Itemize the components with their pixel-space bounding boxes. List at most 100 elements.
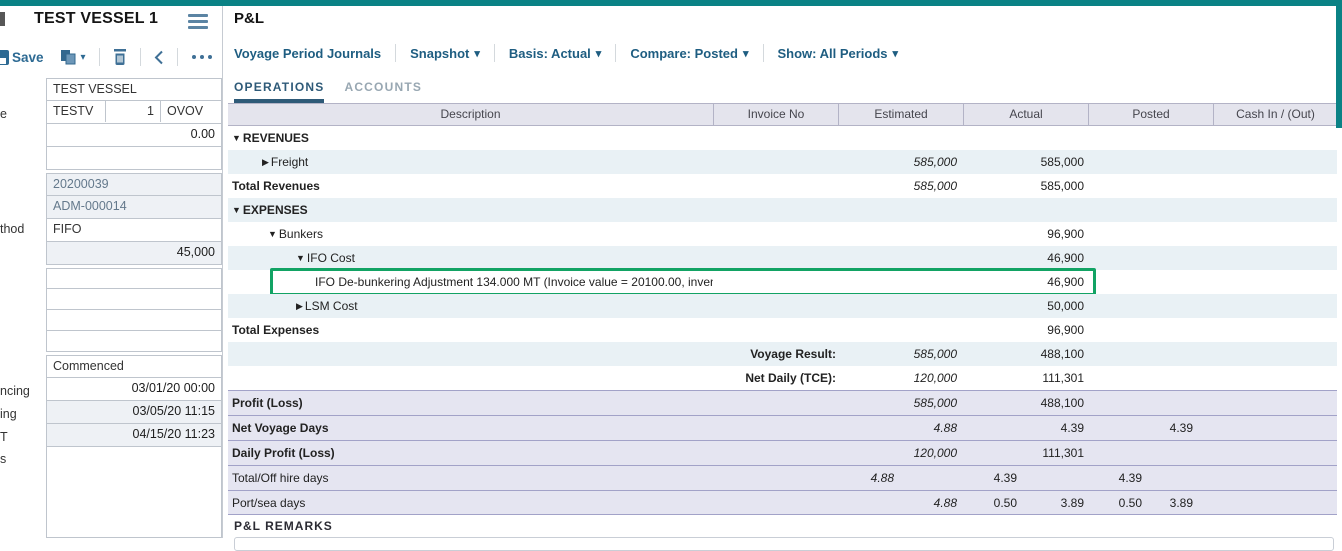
basis-dropdown[interactable]: Basis: Actual▾ [509, 46, 601, 61]
voyage-status-field[interactable]: Commenced [46, 355, 222, 378]
voyage-no-field[interactable]: 1 [106, 101, 161, 122]
empty-field[interactable] [46, 289, 222, 310]
compare-dropdown[interactable]: Compare: Posted▾ [630, 46, 748, 61]
commencing-field[interactable]: 03/01/20 00:00 [46, 378, 222, 401]
row-label: IFO Cost [307, 251, 355, 265]
tc-code-field[interactable]: ADM-000014 [46, 196, 222, 219]
table-row-daily-profit-loss[interactable]: Daily Profit (Loss) 120,000111,301 [228, 440, 1337, 465]
table-row-bunkers[interactable]: ▼Bunkers 96,900 [228, 222, 1337, 246]
table-row-revenues[interactable]: ▼REVENUES [228, 126, 1337, 150]
empty-field[interactable] [46, 310, 222, 331]
row-label: Net Voyage Days [232, 421, 329, 435]
delete-icon[interactable] [113, 49, 127, 65]
row-label: LSM Cost [305, 299, 358, 313]
row-label: Daily Profit (Loss) [232, 446, 335, 460]
pl-remarks-section: P&L REMARKS [234, 519, 1334, 551]
table-row-port-sea-days[interactable]: Port/sea days 4.88 0.503.89 0.503.89 [228, 490, 1337, 515]
col-estimated: Estimated [838, 104, 963, 125]
save-button[interactable]: Save [12, 50, 44, 65]
panel-title: P&L [234, 10, 264, 27]
voyage-sidebar: TEST VESSEL 1 Save ▾ e thod ncing ing T … [0, 6, 223, 538]
method-field[interactable]: FIFO [46, 219, 222, 242]
remarks-textarea[interactable] [234, 537, 1334, 551]
show-periods-dropdown[interactable]: Show: All Periods▾ [778, 46, 899, 61]
daily-rate-field[interactable]: 45,000 [46, 242, 222, 265]
cut-label: thod [0, 222, 24, 236]
table-row-voyage-result[interactable]: Voyage Result: 585,000488,100 [228, 342, 1337, 366]
collapse-icon[interactable]: ▼ [232, 133, 241, 143]
table-row-freight[interactable]: ▶Freight 585,000585,000 [228, 150, 1337, 174]
voyage-ref-field[interactable]: 20200039 [46, 173, 222, 196]
last-update-field[interactable]: 04/15/20 11:23 [46, 424, 222, 447]
copy-caret-icon[interactable]: ▾ [81, 52, 86, 63]
voyage-period-journals-link[interactable]: Voyage Period Journals [234, 46, 381, 61]
row-label: Voyage Result: [750, 347, 836, 361]
collapse-icon[interactable]: ▼ [232, 205, 241, 215]
row-label: Freight [271, 155, 308, 169]
vessel-code-field[interactable]: TESTV [47, 101, 106, 122]
col-cash-in-out: Cash In / (Out) [1213, 104, 1337, 125]
table-row-ifo-debunkering-adjustment[interactable]: IFO De-bunkering Adjustment 134.000 MT (… [228, 270, 1337, 294]
opr-type-field[interactable]: OVOV [161, 101, 221, 122]
voyage-fields: TEST VESSEL TESTV 1 OVOV 0.00 20200039 A… [46, 78, 222, 541]
tab-operations[interactable]: OPERATIONS [234, 80, 324, 103]
toolbar-divider [140, 48, 141, 66]
vessel-name-field[interactable]: TEST VESSEL [46, 78, 222, 101]
table-row-ifo-cost[interactable]: ▼IFO Cost 46,900 [228, 246, 1337, 270]
table-row-net-daily-tce[interactable]: Net Daily (TCE): 120,000111,301 [228, 366, 1337, 390]
collapse-icon[interactable]: ▼ [268, 229, 277, 239]
sidebar-toolbar: Save ▾ [0, 42, 222, 72]
row-label: Bunkers [279, 227, 323, 241]
row-label: IFO De-bunkering Adjustment 134.000 MT (… [315, 275, 713, 289]
cut-label: e [0, 107, 7, 121]
col-actual: Actual [963, 104, 1088, 125]
empty-field[interactable] [46, 268, 222, 289]
table-row-total-expenses[interactable]: Total Expenses 96,900 [228, 318, 1337, 342]
caret-down-icon: ▾ [474, 47, 480, 60]
amount-field[interactable]: 0.00 [46, 124, 222, 147]
toolbar-divider [615, 44, 616, 62]
toolbar-divider [494, 44, 495, 62]
toolbar-divider [99, 48, 100, 66]
cut-label: T [0, 430, 8, 444]
row-label: EXPENSES [243, 203, 308, 217]
save-icon[interactable] [0, 50, 9, 65]
toolbar-divider [763, 44, 764, 62]
row-label: Profit (Loss) [232, 396, 303, 410]
pl-toolbar: Voyage Period Journals Snapshot▾ Basis: … [234, 42, 898, 64]
completing-field[interactable]: 03/05/20 11:15 [46, 401, 222, 424]
tab-accounts[interactable]: ACCOUNTS [344, 80, 422, 103]
pl-panel: P&L Voyage Period Journals Snapshot▾ Bas… [224, 6, 1342, 538]
table-header: Description Invoice No Estimated Actual … [228, 103, 1337, 126]
row-label: Port/sea days [232, 496, 305, 510]
chevron-left-icon[interactable] [154, 50, 164, 65]
table-row-profit-loss[interactable]: Profit (Loss) 585,000488,100 [228, 390, 1337, 415]
expand-icon[interactable]: ▶ [296, 301, 303, 312]
more-icon[interactable] [191, 54, 213, 60]
remarks-title: P&L REMARKS [234, 519, 1334, 533]
hamburger-menu-icon[interactable] [188, 14, 208, 30]
copy-icon[interactable] [60, 49, 77, 65]
empty-field[interactable] [46, 147, 222, 170]
empty-field[interactable] [46, 331, 222, 352]
caret-down-icon: ▾ [893, 47, 899, 60]
cut-icon-fragment [0, 12, 5, 26]
table-row-lsm-cost[interactable]: ▶LSM Cost 50,000 [228, 294, 1337, 318]
page-title: TEST VESSEL 1 [34, 10, 158, 28]
table-row-expenses[interactable]: ▼EXPENSES [228, 198, 1337, 222]
toolbar-divider [177, 48, 178, 66]
snapshot-dropdown[interactable]: Snapshot▾ [410, 46, 480, 61]
row-label: Total Revenues [232, 179, 320, 193]
vessel-code-row: TESTV 1 OVOV [46, 101, 222, 124]
empty-notes-field[interactable] [46, 447, 222, 538]
row-label: Total Expenses [232, 323, 319, 337]
col-description: Description [228, 104, 713, 125]
expand-icon[interactable]: ▶ [262, 157, 269, 168]
table-row-total-off-hire-days[interactable]: Total/Off hire days 4.88 4.39 4.39 [228, 465, 1337, 490]
table-row-total-revenues[interactable]: Total Revenues 585,000585,000 [228, 174, 1337, 198]
panel-edge-accent [1336, 0, 1342, 128]
row-label: Net Daily (TCE): [745, 371, 836, 385]
table-row-net-voyage-days[interactable]: Net Voyage Days 4.884.394.39 [228, 415, 1337, 440]
collapse-icon[interactable]: ▼ [296, 253, 305, 263]
cut-label: ncing [0, 384, 30, 398]
